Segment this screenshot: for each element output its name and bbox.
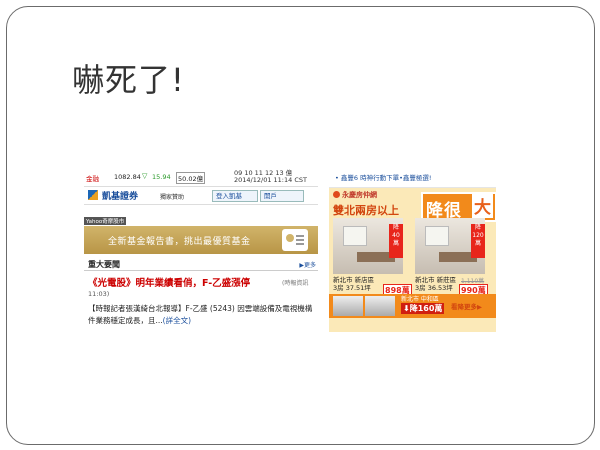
- ticker-time-line2: 2014/12/01 11:14 CST: [234, 176, 307, 184]
- ad-headline: 雙北兩房以上: [333, 204, 399, 217]
- ad-bottom-strip[interactable]: 新北市 中和區 ⬇降160萬 看降更多▶: [329, 294, 496, 318]
- caption-line: 3房 36.53坪: [415, 284, 453, 292]
- broker-name: 凱基證券: [102, 192, 139, 202]
- property-caption: 新北市 新店區 3房 37.51坪: [333, 276, 374, 292]
- realestate-ad-screenshot: • 鑫豐6 時神行動下單•鑫豐極選! 永慶房仲網 雙北兩房以上 降很 大 降 4…: [329, 169, 496, 332]
- news-source: (時報資訊: [282, 280, 309, 287]
- broker-sponsor: 獨家贊助: [160, 194, 185, 201]
- broker-logo-icon: [88, 190, 98, 200]
- brand-logo-icon: [333, 191, 340, 198]
- news-summary: 【時報記者張漢綺台北報導】F-乙盛 (5243) 因雲端設備及電視機構件業務穩定…: [88, 303, 316, 327]
- fund-banner-text: 全新基金報告書，挑出最優質基金: [108, 237, 251, 247]
- ticker-time: 09 10 11 12 13 億 2014/12/01 11:14 CST: [234, 170, 307, 184]
- caption-line: 新北市 新店區: [333, 276, 375, 284]
- ticker-index: 1082.84: [114, 173, 141, 181]
- section-label: Yahoo奇摩股市: [84, 217, 127, 225]
- price-drop-tag: 降 120 萬: [471, 224, 485, 258]
- property-thumbnail: [365, 296, 395, 316]
- property-caption: 新北市 新莊區 3房 36.53坪: [415, 276, 456, 292]
- caption-line: 3房 37.51坪: [333, 284, 371, 292]
- up-arrow-icon: ▽: [142, 172, 148, 180]
- news-summary-text: 【時報記者張漢綺台北報導】F-乙盛 (5243) 因雲端設備及電視機構件業務穩定…: [88, 304, 313, 325]
- ticker-label: 金融: [86, 175, 99, 183]
- slide-title: 嚇死了!: [72, 61, 185, 99]
- caption-line: 新北市 新莊區: [415, 276, 457, 284]
- price-drop-tag: 降 40 萬: [389, 224, 403, 258]
- news-more-link[interactable]: ▶更多: [299, 260, 316, 269]
- ad-big-char: 大: [472, 193, 493, 218]
- property-thumbnail: [333, 296, 363, 316]
- ticker-change: 15.94: [152, 173, 171, 181]
- top-link-bar: • 鑫豐6 時神行動下單•鑫豐極選!: [329, 169, 496, 185]
- news-header-title: 重大要聞: [88, 260, 120, 269]
- read-full-link[interactable]: (詳全文): [163, 316, 191, 325]
- ad-brand: 永慶房仲網: [333, 190, 377, 200]
- top-link[interactable]: • 鑫豐6 時神行動下單•鑫豐極選!: [335, 172, 432, 182]
- market-ticker: 金融 1082.84 ▽ 15.94 50.02億 09 10 11 12 13…: [84, 169, 318, 185]
- broker-bar: 凱基證券 獨家贊助 登入凱基 開戶: [84, 186, 318, 205]
- report-icon: [282, 229, 308, 251]
- news-header: 重大要聞 ▶更多: [84, 259, 318, 271]
- bottom-price-cut: ⬇降160萬: [401, 303, 445, 314]
- stock-page-screenshot: 金融 1082.84 ▽ 15.94 50.02億 09 10 11 12 13…: [84, 169, 318, 332]
- login-broker-button[interactable]: 登入凱基: [212, 190, 258, 202]
- section-label-bar: Yahoo奇摩股市: [84, 216, 318, 226]
- fund-banner[interactable]: 全新基金報告書，挑出最優質基金: [84, 226, 318, 254]
- news-time: 11:03): [88, 290, 110, 298]
- slide: 嚇死了! 金融 1082.84 ▽ 15.94 50.02億 09 10 11 …: [6, 6, 595, 445]
- open-account-button[interactable]: 開戶: [260, 190, 304, 202]
- ad-brand-text: 永慶房仲網: [342, 191, 377, 199]
- news-headline[interactable]: 《光電股》明年業績看俏，F-乙盛漲停: [88, 275, 250, 289]
- ticker-volume: 50.02億: [176, 172, 206, 184]
- bottom-location: 新北市 中和區: [401, 296, 439, 303]
- see-more-link[interactable]: 看降更多▶: [451, 301, 482, 311]
